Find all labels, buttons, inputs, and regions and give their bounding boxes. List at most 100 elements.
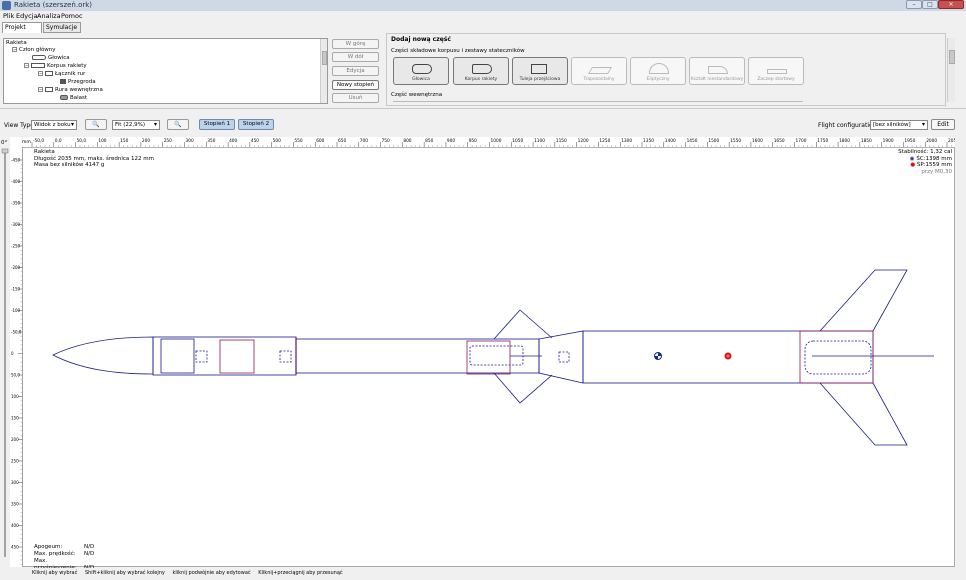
maximize-button[interactable]: □	[922, 0, 938, 9]
scrollbar-thumb[interactable]	[949, 50, 955, 64]
tree-item[interactable]: Głowica	[32, 55, 70, 61]
status-hint: kliknij podwójnie aby edytować	[172, 570, 251, 576]
collapse-icon[interactable]: −	[38, 87, 43, 92]
ruler-tick-label: 250	[164, 138, 172, 144]
new-stage-button[interactable]: Nowy stopień	[332, 80, 379, 90]
add-trapezoid-fins-button[interactable]: Trapezoidalny	[571, 57, 627, 85]
add-launch-lug-button[interactable]: Zaczep startowy	[748, 57, 804, 85]
add-body-tube-button[interactable]: Korpus rakiety	[453, 57, 509, 85]
delete-button[interactable]: Usuń	[332, 93, 379, 103]
tab-flight-simulations[interactable]: Symulacje lotu	[43, 22, 81, 40]
window-title: Rakieta (szerszeń.ork)	[14, 1, 93, 9]
tree-item[interactable]: − Łącznik rur	[38, 71, 85, 77]
ruler-tick-label: 850	[425, 138, 433, 144]
move-down-button[interactable]: W dół	[332, 52, 379, 62]
zoom-out-button[interactable]: 🔍	[167, 119, 189, 130]
body-tube-outline[interactable]	[152, 336, 297, 376]
ruler-tick-label: 1450	[687, 138, 698, 144]
ruler-tick-label: 1950	[904, 138, 915, 144]
selected-part-outline[interactable]	[799, 330, 874, 384]
app-icon	[2, 1, 11, 10]
add-elliptical-fins-button[interactable]: Eliptyczny	[630, 57, 686, 85]
upper-fin-outline[interactable]	[493, 372, 553, 404]
ruler-tick-label: 800	[403, 138, 411, 144]
stage-1-toggle[interactable]: Stopień 1	[199, 119, 235, 130]
internal-part-dashed	[195, 350, 208, 363]
minimize-button[interactable]: –	[906, 0, 922, 9]
menu-file[interactable]: Plik	[3, 12, 14, 20]
add-freeform-fins-button[interactable]: Kształt niestandardowy	[689, 57, 745, 85]
selected-part-outline[interactable]	[219, 339, 255, 374]
ruler-tick-label: 200	[142, 138, 150, 144]
add-part-scrollbar[interactable]	[947, 38, 955, 102]
ruler-tick-label: 1650	[774, 138, 785, 144]
cg-marker	[654, 352, 662, 360]
flight-config-select[interactable]: [bez silników]	[870, 120, 928, 130]
zoom-out-icon: 🔍	[174, 121, 182, 128]
zoom-slider[interactable]: 0°	[0, 137, 10, 567]
add-transition-button[interactable]: Tuleja przejściowa	[512, 57, 568, 85]
collapse-icon[interactable]: −	[12, 47, 17, 52]
inner-tube-icon	[45, 87, 53, 92]
body-tube-icon	[472, 64, 492, 74]
ruler-tick-label: 400	[229, 138, 237, 144]
mach-value: przy M0,30	[921, 168, 952, 175]
tree-scrollbar[interactable]	[320, 39, 327, 103]
rocket-info: Rakieta Długość 2035 mm, maks. średnica …	[34, 149, 154, 169]
ruler-tick-label: -200	[11, 265, 21, 270]
tree-item[interactable]: Rakieta	[6, 40, 27, 46]
stage-2-toggle[interactable]: Stopień 2	[238, 119, 274, 130]
menu-analysis[interactable]: Analiza	[37, 12, 61, 20]
body-components-label: Części składowe korpusu i zestawy statec…	[391, 48, 525, 54]
add-nosecone-button[interactable]: Głowica	[393, 57, 449, 85]
ruler-tick-label: 550	[294, 138, 302, 144]
ruler-tick-label: -50,0	[11, 330, 22, 335]
booster-fin-outline[interactable]	[819, 269, 908, 332]
zoom-select[interactable]: Fit (22,9%)	[112, 120, 160, 130]
elliptical-fin-icon	[649, 63, 669, 74]
tree-item[interactable]: − Korpus rakiety	[24, 63, 87, 69]
tree-item[interactable]: − Człon główny	[12, 47, 56, 53]
ruler-tick-label: 1800	[839, 138, 850, 144]
status-hint: Shift+kliknij aby wybrać kolejny	[84, 570, 165, 576]
ruler-tick-label: 1150	[556, 138, 567, 144]
edit-button[interactable]: Edycja	[332, 66, 379, 76]
ruler-tick-label: 1850	[861, 138, 872, 144]
edit-config-button[interactable]: Edit	[931, 119, 955, 130]
nosecone-icon	[412, 64, 432, 74]
ruler-tick-label: 0,0	[55, 138, 62, 144]
ruler-tick-label: 900	[447, 138, 455, 144]
menu-help[interactable]: Pomoc	[61, 12, 83, 20]
menu-bar: Plik Edycja Analiza Pomoc	[0, 11, 966, 20]
inner-components-label: Część wewnętrzna	[391, 92, 443, 98]
collapse-icon[interactable]: −	[24, 63, 29, 68]
slider-thumb[interactable]	[1, 148, 9, 154]
zoom-in-button[interactable]: 🔍	[85, 119, 107, 130]
view-type-select[interactable]: Widok z boku	[31, 120, 77, 130]
tree-item[interactable]: − Rura wewnętrzna	[38, 87, 103, 93]
coupler-outline[interactable]	[160, 338, 195, 374]
collapse-icon[interactable]: −	[38, 71, 43, 76]
menu-edit[interactable]: Edycja	[16, 12, 37, 20]
scrollbar-thumb[interactable]	[322, 51, 327, 65]
ruler-tick-label: -400	[11, 179, 21, 184]
ruler-tick-label: 1300	[621, 138, 632, 144]
booster-fin-outline[interactable]	[819, 382, 908, 446]
upper-fin-outline[interactable]	[493, 309, 553, 340]
upper-stage-tube[interactable]	[295, 338, 540, 374]
transition-outline[interactable]	[538, 330, 584, 384]
close-button[interactable]: ✕	[938, 0, 964, 9]
nosecone-outline[interactable]	[52, 336, 154, 375]
tree-item[interactable]: Balast	[60, 95, 87, 101]
tab-rocket-design[interactable]: Projekt rakiety	[2, 22, 42, 40]
internal-part-dashed	[279, 350, 292, 363]
max-velocity-value: N/D	[84, 551, 95, 557]
ruler-tick-label: 1400	[665, 138, 676, 144]
rotation-label: 0°	[1, 140, 7, 146]
ruler-tick-label: -50,0	[33, 138, 44, 144]
rocket-drawing[interactable]	[22, 148, 954, 566]
tree-item[interactable]: Przegroda	[60, 79, 96, 85]
component-tree[interactable]: Rakieta − Człon główny Głowica − Korpus ra…	[3, 38, 328, 104]
ruler-tick-label: 1750	[817, 138, 828, 144]
move-up-button[interactable]: W górę	[332, 39, 379, 49]
